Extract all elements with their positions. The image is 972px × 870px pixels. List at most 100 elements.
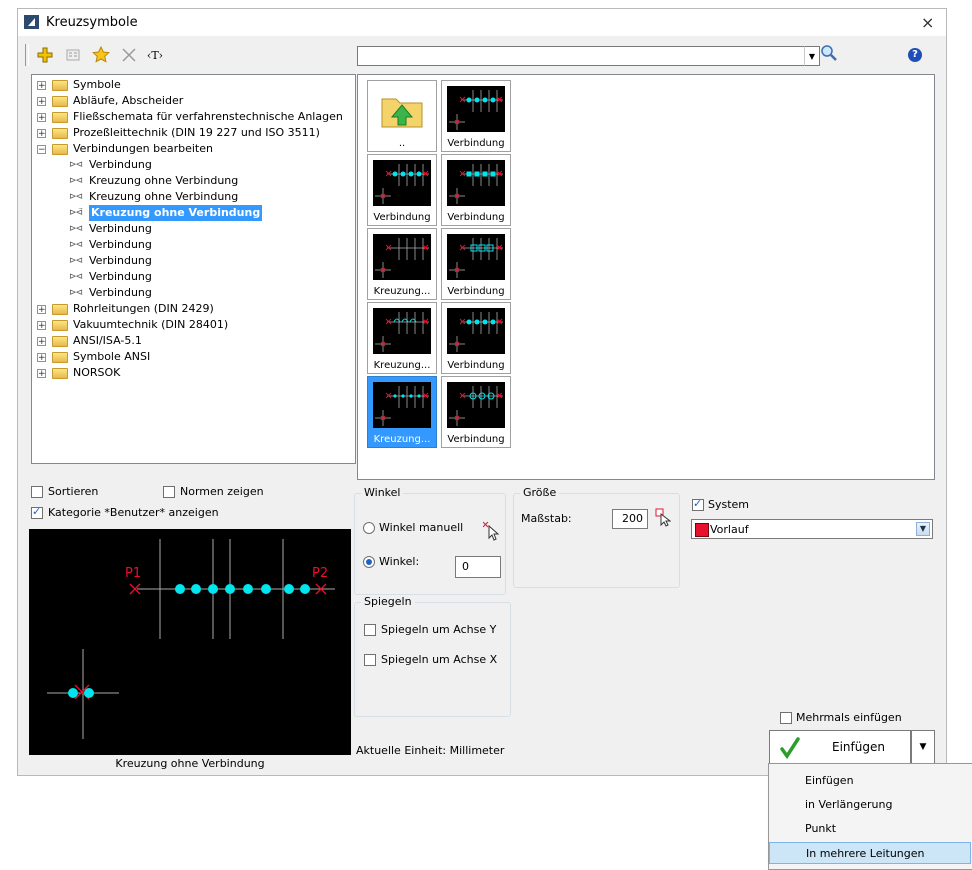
favorite-button[interactable] bbox=[91, 45, 111, 65]
spiegeln-x-label: Spiegeln um Achse X bbox=[381, 653, 498, 666]
gallery-tile-label: Verbindung bbox=[447, 286, 505, 297]
collapse-icon[interactable]: − bbox=[37, 145, 46, 155]
cursor-pick-icon bbox=[482, 521, 500, 541]
system-select-value: Vorlauf bbox=[710, 523, 749, 536]
winkel-input[interactable]: 0 bbox=[455, 556, 501, 578]
normen-zeigen-label: Normen zeigen bbox=[180, 485, 264, 498]
folder-icon bbox=[52, 304, 68, 315]
folder-icon bbox=[52, 336, 68, 347]
symbol-thumbnail bbox=[373, 160, 431, 206]
gallery-tile[interactable]: Kreuzung... bbox=[367, 302, 437, 374]
connection-symbol-icon: ⊳⊲ bbox=[69, 272, 83, 282]
kategorie-label: Kategorie *Benutzer* anzeigen bbox=[48, 506, 219, 519]
help-icon: ? bbox=[912, 49, 918, 60]
system-select[interactable]: Vorlauf ▼ bbox=[691, 519, 933, 539]
massstab-input[interactable]: 200 bbox=[612, 509, 648, 529]
menu-item[interactable]: in Verlängerung bbox=[769, 794, 971, 816]
tree-item-label: Fließschemata für verfahrenstechnische A… bbox=[73, 110, 343, 123]
winkel-group-title: Winkel bbox=[361, 486, 404, 499]
folder-icon bbox=[52, 320, 68, 331]
gallery-tile[interactable]: Kreuzung... bbox=[367, 376, 437, 448]
menu-item[interactable]: Einfügen bbox=[769, 770, 971, 792]
connection-symbol-icon: ⊳⊲ bbox=[69, 192, 83, 202]
check-icon bbox=[780, 737, 800, 759]
tree-item-label: Verbindung bbox=[89, 286, 152, 299]
folder-icon bbox=[52, 144, 68, 155]
insert-button[interactable]: Einfügen bbox=[769, 730, 911, 764]
menu-item[interactable]: In mehrere Leitungen bbox=[769, 842, 971, 864]
close-button[interactable]: × bbox=[921, 13, 934, 32]
spiegeln-x-checkbox[interactable] bbox=[364, 654, 376, 666]
text-button[interactable]: ‹T› bbox=[145, 45, 165, 65]
expand-icon[interactable]: + bbox=[37, 97, 46, 107]
spiegeln-group: Spiegeln Spiegeln um Achse Y Spiegeln um… bbox=[354, 595, 511, 717]
pick-scale-button[interactable] bbox=[655, 508, 672, 531]
menu-item[interactable]: Punkt bbox=[769, 818, 971, 840]
delete-button[interactable] bbox=[119, 45, 139, 65]
winkel-label: Winkel: bbox=[379, 555, 420, 568]
winkel-manuell-label: Winkel manuell bbox=[379, 521, 464, 534]
insert-dropdown-button[interactable]: ▼ bbox=[911, 730, 935, 764]
gallery-tile[interactable]: Verbindung bbox=[441, 228, 511, 300]
help-button[interactable]: ? bbox=[908, 48, 922, 62]
symbol-thumbnail bbox=[373, 234, 431, 280]
gallery-tile-label: Kreuzung... bbox=[373, 360, 431, 371]
folder-icon bbox=[52, 128, 68, 139]
system-checkbox[interactable] bbox=[692, 497, 704, 511]
connection-symbol-icon: ⊳⊲ bbox=[69, 240, 83, 250]
gallery-tile[interactable]: Kreuzung... bbox=[367, 228, 437, 300]
p1-label: P1 bbox=[125, 566, 141, 581]
symbol-gallery[interactable]: .. Verbindung Verbindung Verbindung Kreuzung… bbox=[357, 74, 935, 480]
add-icon bbox=[37, 47, 53, 63]
category-tree[interactable]: + Symbole + Abläufe, Abscheider + Fließschema… bbox=[31, 74, 356, 464]
connection-symbol-icon: ⊳⊲ bbox=[69, 160, 83, 170]
sortieren-checkbox[interactable] bbox=[31, 486, 43, 498]
search-input[interactable] bbox=[357, 46, 807, 66]
winkel-radio[interactable] bbox=[363, 556, 375, 568]
gallery-tile-label: Verbindung bbox=[447, 138, 505, 149]
connection-symbol-icon: ⊳⊲ bbox=[69, 288, 83, 298]
insert-dropdown-menu: Einfügen in Verlängerung Punkt In mehrere L… bbox=[768, 763, 972, 870]
chevron-down-icon: ▼ bbox=[916, 522, 930, 536]
system-label: System bbox=[708, 498, 750, 511]
cursor-pick-icon bbox=[655, 508, 672, 527]
spiegeln-y-checkbox[interactable] bbox=[364, 624, 376, 636]
kreuzsymbole-dialog: Kreuzsymbole × ‹T› ▼ ? + Symbole + Abläufe,… bbox=[17, 8, 947, 776]
winkel-manuell-radio[interactable] bbox=[363, 522, 375, 534]
properties-button[interactable] bbox=[63, 45, 83, 65]
normen-zeigen-checkbox[interactable] bbox=[163, 486, 175, 498]
delete-x-icon bbox=[122, 48, 136, 62]
tree-item-label: Kreuzung ohne Verbindung bbox=[89, 190, 239, 203]
tree-item-label: Kreuzung ohne Verbindung bbox=[89, 205, 263, 221]
symbol-thumbnail bbox=[447, 308, 505, 354]
expand-icon[interactable]: + bbox=[37, 321, 46, 331]
add-button[interactable] bbox=[35, 45, 55, 65]
preview-caption: Kreuzung ohne Verbindung bbox=[115, 757, 265, 770]
gallery-tile-label: Verbindung bbox=[373, 212, 431, 223]
expand-icon[interactable]: + bbox=[37, 353, 46, 363]
gallery-tile[interactable]: Verbindung bbox=[441, 80, 511, 152]
search-dropdown-button[interactable]: ▼ bbox=[804, 46, 820, 66]
gallery-tile[interactable]: .. bbox=[367, 80, 437, 152]
expand-icon[interactable]: + bbox=[37, 129, 46, 139]
gallery-tile[interactable]: Verbindung bbox=[441, 154, 511, 226]
search-icon bbox=[821, 45, 837, 61]
expand-icon[interactable]: + bbox=[37, 305, 46, 315]
expand-icon[interactable]: + bbox=[37, 113, 46, 123]
tree-item-label: Symbole bbox=[73, 78, 121, 91]
kategorie-checkbox[interactable] bbox=[31, 505, 43, 519]
search-button[interactable] bbox=[820, 44, 838, 65]
mehrmals-label: Mehrmals einfügen bbox=[796, 711, 902, 724]
expand-icon[interactable]: + bbox=[37, 337, 46, 347]
expand-icon[interactable]: + bbox=[37, 369, 46, 379]
mehrmals-checkbox[interactable] bbox=[780, 712, 792, 724]
expand-icon[interactable]: + bbox=[37, 81, 46, 91]
pick-angle-button[interactable] bbox=[482, 520, 501, 545]
spiegeln-group-title: Spiegeln bbox=[361, 595, 415, 608]
gallery-tile[interactable]: Verbindung bbox=[367, 154, 437, 226]
symbol-thumbnail bbox=[447, 160, 505, 206]
toolbar-grip bbox=[25, 44, 29, 66]
gallery-tile[interactable]: Verbindung bbox=[441, 302, 511, 374]
gallery-tile[interactable]: Verbindung bbox=[441, 376, 511, 448]
symbol-thumbnail bbox=[373, 308, 431, 354]
